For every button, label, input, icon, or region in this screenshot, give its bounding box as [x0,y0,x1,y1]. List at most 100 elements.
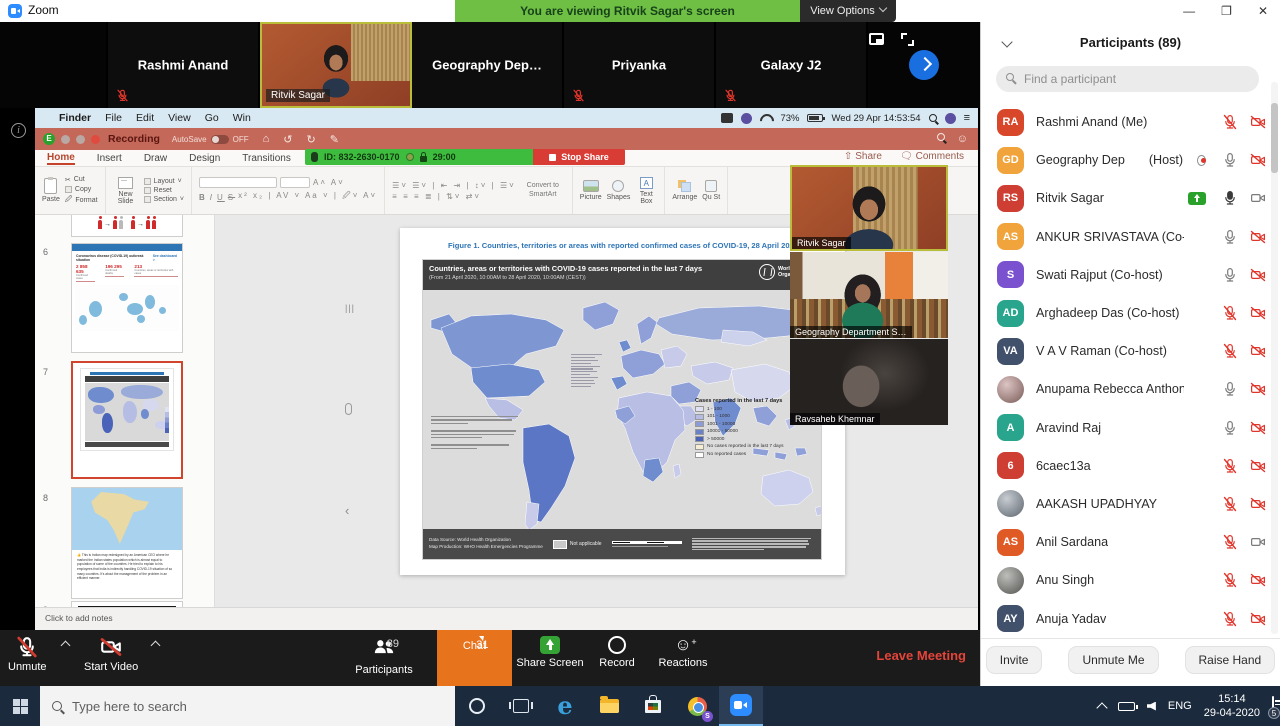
start-video-button[interactable]: Start Video [84,636,138,673]
ribbon-tab[interactable]: Home [47,152,75,165]
participant-row[interactable]: GD Geography Depart… (Host) [981,141,1280,179]
camera-status-icon[interactable] [1250,458,1266,474]
mac-menu-item[interactable]: Edit [136,112,154,124]
undo-icon[interactable]: ↺ [283,133,292,146]
gallery-view-icon[interactable] [869,33,884,45]
camera-status-icon[interactable] [1250,611,1266,627]
mac-menu-item[interactable]: Win [233,112,251,124]
participant-row[interactable]: AD Arghadeep Das (Co-host) [981,294,1280,332]
participant-row[interactable]: AY Anuja Yadav [981,599,1280,637]
draw-icon[interactable]: ✎ [330,133,339,146]
notes-area[interactable]: Click to add notes [35,607,978,630]
smiley-feedback-icon[interactable]: ☺ [957,133,968,145]
participant-row[interactable]: 6 6caec13a [981,447,1280,485]
leave-meeting-button[interactable]: Leave Meeting [876,648,966,663]
overlay-video-tile[interactable]: Geography Department S… [790,252,948,338]
video-options-chevron[interactable] [151,641,161,651]
arrange-button[interactable]: Arrange [672,180,697,201]
mic-status-icon[interactable] [1222,458,1238,474]
battery-icon[interactable] [1118,702,1135,711]
camera-status-icon[interactable] [1250,190,1266,206]
view-options-button[interactable]: View Options [800,0,896,22]
quick-styles-button[interactable]: Qu St [702,180,720,201]
picture-button[interactable]: Picture [580,180,602,201]
participant-row[interactable]: A Aravind Raj [981,409,1280,447]
task-view-button[interactable] [499,686,543,726]
unmute-button[interactable]: Unmute [8,636,47,673]
section-button[interactable]: Section ˅ [144,196,184,203]
record-button[interactable]: Record [592,636,642,669]
mic-status-icon[interactable] [1222,190,1238,206]
grip-handle-icon[interactable]: ||| [345,303,355,313]
format-painter-button[interactable]: 🖉 Format [65,195,98,206]
participant-row[interactable]: AAKASH UPADHYAY [981,485,1280,523]
siri-icon[interactable] [945,113,956,124]
slide-thumbnail-8[interactable]: 👍 This is Indian map redesigned by an Am… [71,487,183,599]
video-tile[interactable]: Ritvik Sagar [260,22,412,108]
list-buttons[interactable]: ☰˅ ☰˅ | ⇤ ⇥ | ↕˅ | ☰˅ [392,181,516,190]
mac-menu-item[interactable]: View [168,112,191,124]
audio-options-chevron[interactable] [61,641,71,651]
font-name-select[interactable] [199,177,277,188]
spotlight-icon[interactable] [929,114,937,122]
font-style-buttons[interactable]: B I U S x² x₂ | AV ˅ Aa ˅ | 🖉˅ A˅ [199,190,377,204]
participant-row[interactable]: RS Ritvik Sagar [981,179,1280,217]
video-tile[interactable] [0,22,108,108]
camera-status-icon[interactable] [1250,152,1266,168]
new-slide-button[interactable]: New Slide [113,177,139,205]
info-icon[interactable]: i [11,123,26,138]
convert-smartart-button[interactable]: Convert to SmartArt [521,182,565,198]
notification-center-icon[interactable]: ≡ [964,112,970,124]
copy-button[interactable]: Copy [65,186,98,193]
video-tile[interactable]: Galaxy J2 [716,22,868,108]
camera-status-icon[interactable] [1250,305,1266,321]
mic-status-icon[interactable] [1222,305,1238,321]
mic-status-icon[interactable] [1222,152,1238,168]
panel-footer-button[interactable]: Invite [986,646,1043,674]
minimize-button[interactable]: — [1183,4,1195,18]
edge-button[interactable]: e [543,686,587,726]
participant-row[interactable]: S Swati Rajput (Co-host) [981,256,1280,294]
start-button[interactable] [0,686,40,726]
comments-button[interactable]: 🗨Comments [900,151,964,162]
camera-status-icon[interactable] [1250,534,1266,550]
fullscreen-icon[interactable] [901,33,914,46]
traffic-light[interactable] [61,135,70,144]
camera-status-icon[interactable] [1250,114,1266,130]
ribbon-tab[interactable]: Design [189,153,220,164]
mac-menu-item[interactable]: Finder [59,112,91,124]
slide-thumbnail-partial[interactable]: → → [71,215,183,237]
mic-status-icon[interactable] [1222,381,1238,397]
participant-row[interactable]: Anupama Rebecca Anthony [981,370,1280,408]
textbox-button[interactable]: A Text Box [635,177,657,205]
mic-status-icon[interactable] [1222,420,1238,436]
video-tile[interactable]: Geography Dep… [412,22,564,108]
zoom-taskbar-button[interactable] [719,686,763,726]
participant-row[interactable]: VA V A V Raman (Co-host) [981,332,1280,370]
mac-menu-item[interactable]: File [105,112,122,124]
store-button[interactable] [631,686,675,726]
chrome-button[interactable]: S [675,686,719,726]
cortana-button[interactable] [455,686,499,726]
slide-thumbnail-7-selected[interactable] [71,361,183,479]
tray-expand-chevron[interactable] [1096,702,1107,713]
share-document-button[interactable]: ⇧Share [844,151,882,162]
participant-row[interactable]: AS ANKUR SRIVASTAVA (Co-host) [981,218,1280,256]
comment-pin-icon[interactable] [345,403,352,415]
find-participant-input[interactable] [996,66,1259,92]
ppt-search-icon[interactable] [937,133,945,141]
video-tile[interactable]: Priyanka [564,22,716,108]
camera-status-icon[interactable] [1250,572,1266,588]
camera-status-icon[interactable] [1250,229,1266,245]
shapes-button[interactable]: Shapes [607,180,631,201]
file-explorer-button[interactable] [587,686,631,726]
reactions-button[interactable]: ☺+ Reactions [652,636,714,669]
traffic-light[interactable] [76,135,85,144]
mic-status-icon[interactable] [1222,534,1238,550]
next-participants-button[interactable] [909,50,939,80]
mic-status-icon[interactable] [1222,229,1238,245]
scrollbar-thumb[interactable] [1271,103,1278,173]
autosave-control[interactable]: AutoSave OFF [172,135,249,144]
participant-row[interactable]: AS Anil Sardana [981,523,1280,561]
paste-button[interactable]: Paste [42,178,60,203]
